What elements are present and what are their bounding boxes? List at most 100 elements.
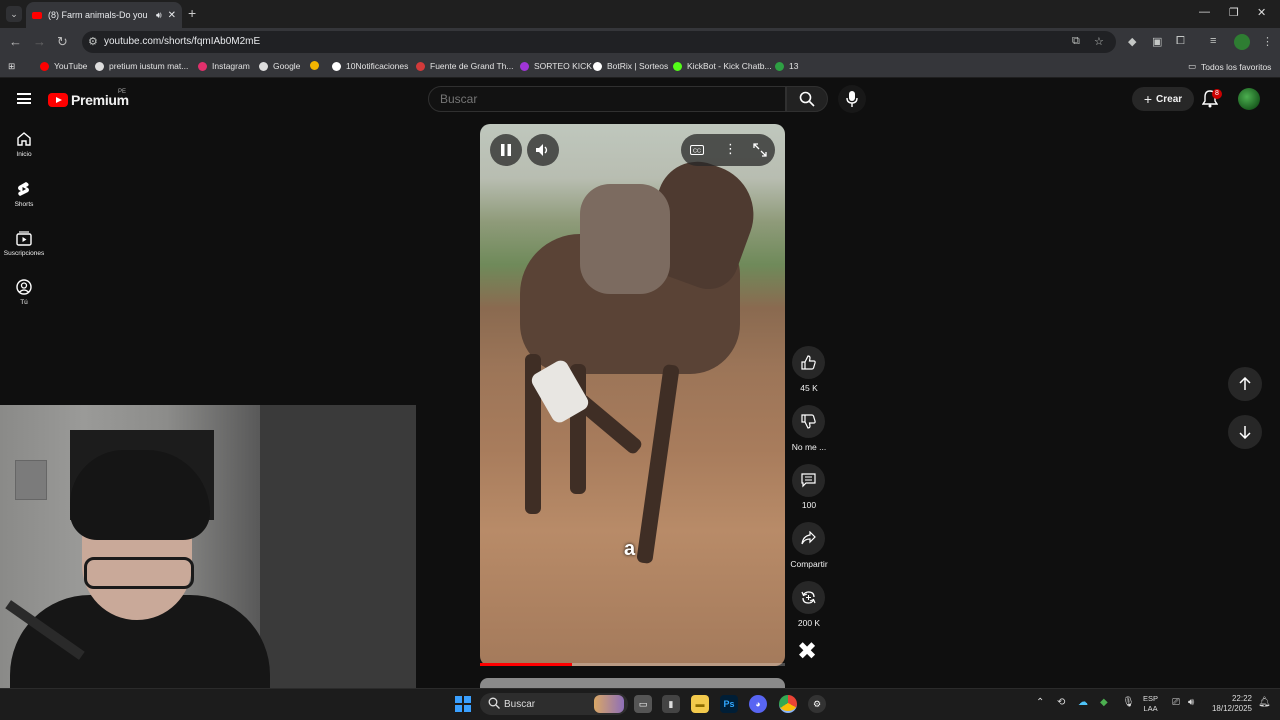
close-tab-icon[interactable]: ✕ xyxy=(168,10,176,21)
bookmark-item[interactable] xyxy=(310,61,324,70)
onedrive-icon[interactable]: ☁ xyxy=(1078,697,1088,708)
bookmark-item[interactable]: 10Notificaciones xyxy=(332,61,408,71)
nav-item-suscripciones[interactable]: Suscripciones xyxy=(0,230,48,257)
svg-text:CC: CC xyxy=(693,149,701,155)
bookmark-item[interactable]: Instagram xyxy=(198,61,250,71)
webcam-background-door xyxy=(260,405,416,720)
audio-playing-icon[interactable]: 🔊︎ xyxy=(156,10,162,21)
reload-button[interactable]: ↻ xyxy=(57,34,68,50)
close-overlay-icon[interactable]: ✖ xyxy=(797,640,817,664)
tray-security-icon[interactable]: ◆ xyxy=(1100,697,1108,708)
nav-item-inicio[interactable]: Inicio xyxy=(0,131,48,158)
network-icon[interactable]: ⎚ xyxy=(1172,697,1180,708)
media-control-icon[interactable]: ≡ xyxy=(1210,35,1216,47)
windows-start-icon[interactable] xyxy=(455,696,471,712)
extension-icon[interactable]: ◆ xyxy=(1128,35,1136,48)
bookmark-item[interactable]: 13 xyxy=(775,61,798,71)
minimize-button[interactable]: — xyxy=(1199,6,1210,18)
discord-icon[interactable]: ◕ xyxy=(749,695,767,713)
app-with-notification-icon[interactable]: ⚙ xyxy=(808,695,826,713)
shorts-video-player[interactable] xyxy=(480,124,785,666)
bookmark-label: SORTEO KICK xyxy=(534,61,592,71)
file-explorer-icon[interactable]: ▬ xyxy=(691,695,709,713)
bookmark-item[interactable]: BotRix | Sorteos xyxy=(593,61,668,71)
search-highlight-icon[interactable] xyxy=(594,695,624,713)
close-window-button[interactable]: ✕ xyxy=(1257,6,1266,19)
site-info-icon[interactable]: ⚙ xyxy=(88,35,98,48)
video-progress-bar[interactable] xyxy=(480,663,785,666)
previous-short-button[interactable] xyxy=(1228,367,1262,401)
chrome-icon[interactable] xyxy=(779,695,797,713)
youtube-premium-logo[interactable]: Premium PE xyxy=(48,89,129,108)
bookmark-item[interactable]: Google xyxy=(259,61,300,71)
voice-search-button[interactable] xyxy=(838,85,866,113)
more-options-icon[interactable]: ⋮ xyxy=(724,141,737,157)
app-icon[interactable]: ▮ xyxy=(662,695,680,713)
dislike-button[interactable] xyxy=(792,405,825,438)
input-language[interactable]: ESP LAA xyxy=(1143,694,1158,714)
comments-button[interactable] xyxy=(792,464,825,497)
apps-grid-icon[interactable]: ⊞ xyxy=(8,61,15,72)
plus-icon: + xyxy=(1143,91,1153,107)
like-button[interactable] xyxy=(792,346,825,379)
all-favorites-label: Todos los favoritos xyxy=(1201,61,1272,72)
task-view-icon[interactable]: ▭ xyxy=(634,695,652,713)
forward-button[interactable]: → xyxy=(33,34,46,49)
bookmark-item[interactable]: SORTEO KICK xyxy=(520,61,592,71)
share-label: Compartir xyxy=(790,559,828,569)
video-caption: a xyxy=(624,538,636,560)
nav-item-shorts[interactable]: Shorts xyxy=(0,181,48,208)
url-text[interactable]: youtube.com/shorts/fqmIAb0M2mE xyxy=(104,36,260,47)
thumbs-down-icon xyxy=(801,414,816,429)
microphone-tray-icon[interactable]: 🎙︎ xyxy=(1122,697,1135,708)
video-progress-fill xyxy=(480,663,572,666)
next-short-preview[interactable] xyxy=(480,678,785,688)
install-app-icon[interactable]: ⧉ xyxy=(1072,35,1080,48)
fullscreen-icon[interactable] xyxy=(753,143,767,157)
captions-icon[interactable]: CC xyxy=(690,145,704,155)
bookmark-item[interactable]: KickBot - Kick Chatb... xyxy=(673,61,772,71)
notification-center-icon[interactable]: 🔔︎ xyxy=(1258,697,1271,708)
back-button[interactable]: ← xyxy=(9,34,22,49)
tray-app-icon[interactable]: ⟲ xyxy=(1057,697,1065,708)
menu-hamburger-icon[interactable] xyxy=(17,93,31,104)
search-button[interactable] xyxy=(786,86,828,112)
browser-tab[interactable]: (8) Farm animals-Do you w 🔊︎ ✕ xyxy=(26,2,182,28)
show-hidden-icons[interactable]: ⌃ xyxy=(1036,697,1044,708)
video-controls-group: CC ⋮ xyxy=(681,134,775,166)
taskbar-clock[interactable]: 22:22 18/12/2025 xyxy=(1206,694,1252,714)
pause-button[interactable] xyxy=(490,134,522,166)
menu-kebab-icon[interactable]: ⋮ xyxy=(1262,35,1273,48)
account-avatar[interactable] xyxy=(1238,88,1260,110)
bookmark-star-icon[interactable]: ☆ xyxy=(1094,35,1104,48)
country-code: PE xyxy=(118,89,127,95)
speaker-icon[interactable]: 🔊︎ xyxy=(1188,697,1194,708)
photoshop-icon[interactable]: Ps xyxy=(720,695,738,713)
next-short-button[interactable] xyxy=(1228,415,1262,449)
all-favorites-folder[interactable]: ▭ Todos los favoritos xyxy=(1188,61,1271,72)
create-button[interactable]: + Crear xyxy=(1132,87,1194,111)
bookmark-item[interactable]: YouTube xyxy=(40,61,87,71)
new-tab-button[interactable]: + xyxy=(188,5,196,21)
bookmark-favicon-icon xyxy=(673,61,682,71)
search-input[interactable] xyxy=(440,92,770,106)
bookmark-item[interactable]: Fuente de Grand Th... xyxy=(416,61,513,71)
profile-avatar-icon[interactable] xyxy=(1234,34,1250,50)
extensions-puzzle-icon[interactable]: ⧠ xyxy=(1176,35,1185,48)
volume-button[interactable] xyxy=(527,134,559,166)
thumbs-up-icon xyxy=(801,355,816,370)
share-button[interactable] xyxy=(792,522,825,555)
subscriptions-icon xyxy=(16,231,32,246)
keyboard-layout: LAA xyxy=(1143,704,1158,713)
bookmark-label: 13 xyxy=(789,61,799,71)
bookmark-label: Google xyxy=(273,61,301,71)
tab-search-icon[interactable]: ⌄ xyxy=(6,6,22,22)
extension-2-icon[interactable]: ▣ xyxy=(1152,35,1162,48)
bookmark-item[interactable]: pretium iustum mat... xyxy=(95,61,188,71)
remix-button[interactable] xyxy=(792,581,825,614)
share-icon xyxy=(801,531,816,545)
restore-button[interactable]: ❐ xyxy=(1229,6,1239,19)
search-icon xyxy=(799,91,815,107)
nav-item-tu[interactable]: Tú xyxy=(0,279,48,306)
shorts-icon xyxy=(18,182,29,196)
